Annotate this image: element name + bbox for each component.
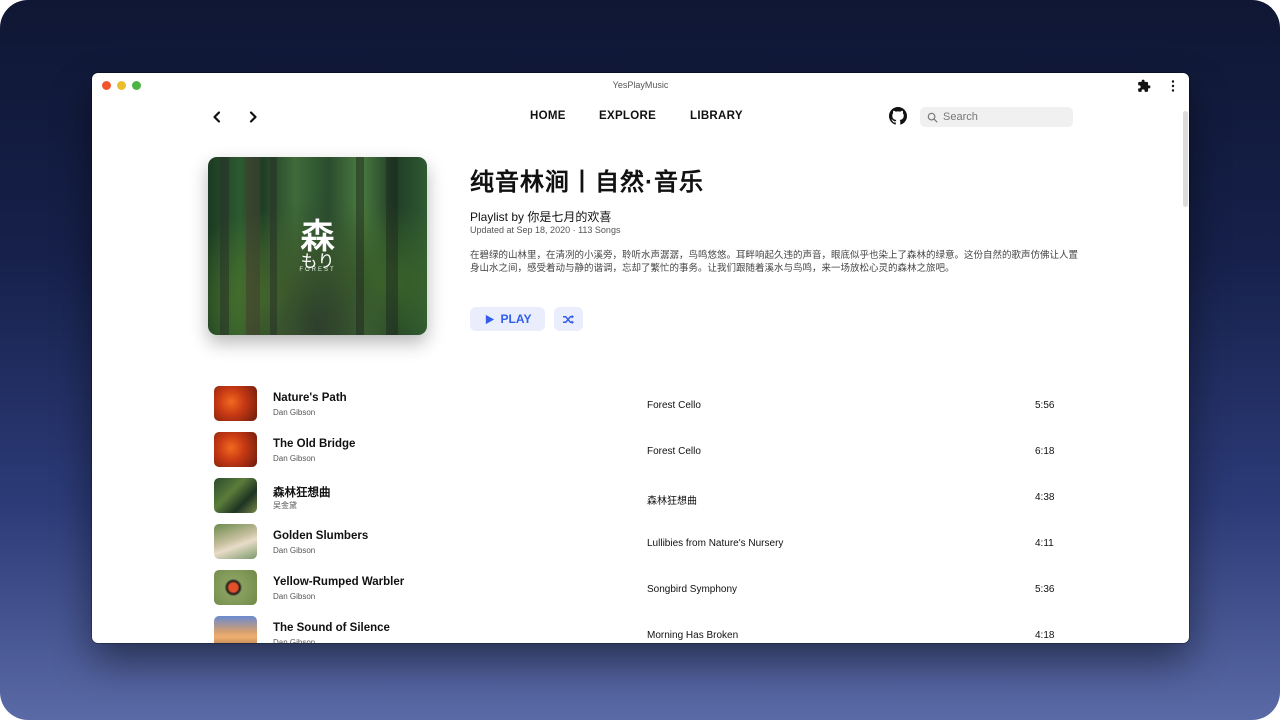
- track-cover: [214, 524, 257, 559]
- more-vertical-icon[interactable]: [1168, 79, 1178, 93]
- playlist-description[interactable]: 在碧绿的山林里，在清冽的小溪旁，聆听水声潺潺，鸟鸣悠悠。耳畔响起久违的声音，眼底…: [470, 250, 1082, 275]
- playlist-cover[interactable]: 森 もり FOREST: [208, 157, 427, 335]
- track-album[interactable]: Forest Cello: [647, 446, 701, 457]
- search-icon: [927, 112, 938, 122]
- track-row[interactable]: 森林狂想曲 吴金黛 森林狂想曲 4:38: [210, 473, 1070, 515]
- track-row[interactable]: Nature's Path Dan Gibson Forest Cello 5:…: [210, 381, 1070, 423]
- scrollbar[interactable]: [1182, 97, 1189, 643]
- search-input[interactable]: [943, 111, 1063, 123]
- track-title[interactable]: Yellow-Rumped Warbler: [273, 576, 404, 588]
- cover-caption: FOREST: [299, 267, 336, 273]
- track-duration: 4:18: [1035, 630, 1055, 641]
- title-bar: YesPlayMusic: [92, 73, 1189, 97]
- scrollbar-thumb[interactable]: [1183, 111, 1188, 207]
- play-button[interactable]: PLAY: [470, 307, 545, 331]
- app-window: YesPlayMusic HOME EXPLORE LIBRARY Search…: [92, 73, 1189, 643]
- track-album[interactable]: Songbird Symphony: [647, 584, 737, 595]
- desktop-background: YesPlayMusic HOME EXPLORE LIBRARY Search…: [0, 0, 1280, 720]
- playlist-creator[interactable]: Playlist by 你是七月的欢喜: [470, 208, 611, 225]
- track-row[interactable]: Golden Slumbers Dan Gibson Lullibies fro…: [210, 519, 1070, 561]
- tab-home[interactable]: HOME: [530, 110, 566, 122]
- track-artist[interactable]: Dan Gibson: [273, 546, 315, 555]
- track-duration: 4:11: [1035, 538, 1054, 549]
- play-button-label: PLAY: [500, 312, 532, 326]
- track-row[interactable]: The Old Bridge Dan Gibson Forest Cello 6…: [210, 427, 1070, 469]
- track-album[interactable]: Lullibies from Nature's Nursery: [647, 538, 783, 549]
- puzzle-icon[interactable]: [1137, 79, 1151, 93]
- tab-library[interactable]: LIBRARY: [690, 110, 743, 122]
- shuffle-button[interactable]: [554, 307, 583, 331]
- play-icon: [485, 314, 494, 324]
- track-title[interactable]: 森林狂想曲: [273, 484, 331, 500]
- track-album[interactable]: Morning Has Broken: [647, 630, 738, 641]
- track-duration: 4:38: [1035, 492, 1055, 503]
- track-title[interactable]: Nature's Path: [273, 392, 347, 404]
- track-row[interactable]: Yellow-Rumped Warbler Dan Gibson Songbir…: [210, 565, 1070, 607]
- playlist-meta: Updated at Sep 18, 2020 · 113 Songs: [470, 225, 621, 235]
- track-album[interactable]: 森林狂想曲: [647, 492, 697, 507]
- track-row[interactable]: The Sound of Silence Dan Gibson Morning …: [210, 611, 1070, 643]
- track-artist[interactable]: 吴金黛: [273, 500, 297, 511]
- track-cover: [214, 616, 257, 643]
- track-title[interactable]: Golden Slumbers: [273, 530, 368, 542]
- track-artist[interactable]: Dan Gibson: [273, 454, 315, 463]
- track-cover: [214, 478, 257, 513]
- playlist-title: 纯音林涧丨自然·音乐: [470, 169, 704, 196]
- github-icon[interactable]: [889, 107, 907, 125]
- track-artist[interactable]: Dan Gibson: [273, 638, 315, 643]
- track-cover: [214, 432, 257, 467]
- track-title[interactable]: The Old Bridge: [273, 438, 355, 450]
- chevron-left-icon[interactable]: [209, 109, 225, 125]
- track-duration: 6:18: [1035, 446, 1055, 457]
- track-title[interactable]: The Sound of Silence: [273, 622, 390, 634]
- track-album[interactable]: Forest Cello: [647, 400, 701, 411]
- window-title: YesPlayMusic: [612, 80, 669, 90]
- tab-explore[interactable]: EXPLORE: [599, 110, 656, 122]
- track-duration: 5:56: [1035, 400, 1055, 411]
- search-box[interactable]: [920, 107, 1073, 127]
- track-duration: 5:36: [1035, 584, 1055, 595]
- track-cover: [214, 386, 257, 421]
- chevron-right-icon[interactable]: [245, 109, 261, 125]
- shuffle-icon: [563, 314, 574, 324]
- track-artist[interactable]: Dan Gibson: [273, 592, 315, 601]
- track-cover: [214, 570, 257, 605]
- track-artist[interactable]: Dan Gibson: [273, 408, 315, 417]
